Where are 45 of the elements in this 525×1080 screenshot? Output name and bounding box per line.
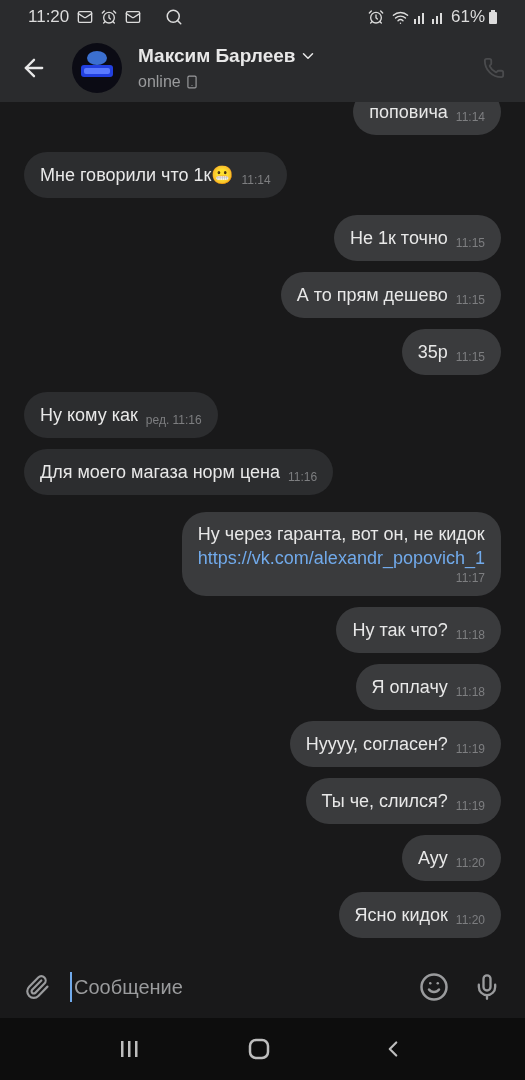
status-time: 11:20	[28, 6, 70, 29]
message-time: 11:19	[455, 798, 485, 814]
message-text: 35р	[417, 341, 448, 364]
message-text: Ауу	[418, 847, 448, 870]
message-link[interactable]: https://vk.com/alexandr_popovich_1	[197, 546, 485, 570]
message-time: 11:19	[455, 741, 485, 757]
alarm-icon	[101, 9, 118, 25]
attach-button[interactable]	[24, 974, 50, 1000]
message-time: 11:15	[455, 235, 485, 251]
message-time: 11:20	[455, 855, 485, 871]
message-time: 11:16	[288, 469, 318, 485]
message-text: Ты че, слился?	[321, 790, 448, 813]
message-text: Не 1к точно	[349, 227, 448, 250]
online-status: online	[138, 72, 181, 93]
mail-icon	[77, 9, 94, 25]
message-text: поповича	[369, 102, 448, 124]
message-text: Для моего магаза норм цена	[40, 461, 281, 484]
message-input[interactable]: Сообщение	[70, 972, 411, 1002]
message-time: 11:15	[455, 292, 485, 308]
message-time: 11:14	[241, 172, 271, 188]
message-text: Ну так что?	[352, 619, 448, 642]
message-time: 11:15	[455, 349, 485, 365]
message-time: 11:14	[455, 109, 485, 125]
message-text: Ясно кидок	[354, 904, 448, 927]
emoji-button[interactable]	[419, 972, 449, 1002]
message-time: 11:20	[455, 912, 485, 928]
message-text: Мне говорили что 1к😬	[40, 164, 234, 187]
alarm-icon	[367, 9, 384, 25]
message-time: 11:18	[455, 627, 485, 643]
battery-percent: 61%	[450, 6, 485, 29]
phone-device-icon	[184, 75, 199, 90]
message-time: ред. 11:16	[145, 412, 202, 428]
contact-name[interactable]: Максим Барлеев	[138, 41, 296, 71]
home-button[interactable]	[248, 1038, 271, 1060]
message-time: 11:17	[455, 570, 485, 586]
message-text: Ну кому как	[40, 404, 138, 427]
message-text: Нуууу, согласен?	[305, 733, 448, 756]
recent-apps-button[interactable]	[118, 1040, 139, 1058]
message-time: 11:18	[455, 684, 485, 700]
message-text: А то прям дешево	[296, 284, 448, 307]
search-icon	[165, 8, 184, 26]
mail-icon	[125, 9, 142, 25]
message-text: Я оплачу	[371, 676, 448, 699]
battery-icon	[489, 10, 497, 24]
message-text: Ну через гаранта, вот он, не кидок	[197, 523, 485, 546]
